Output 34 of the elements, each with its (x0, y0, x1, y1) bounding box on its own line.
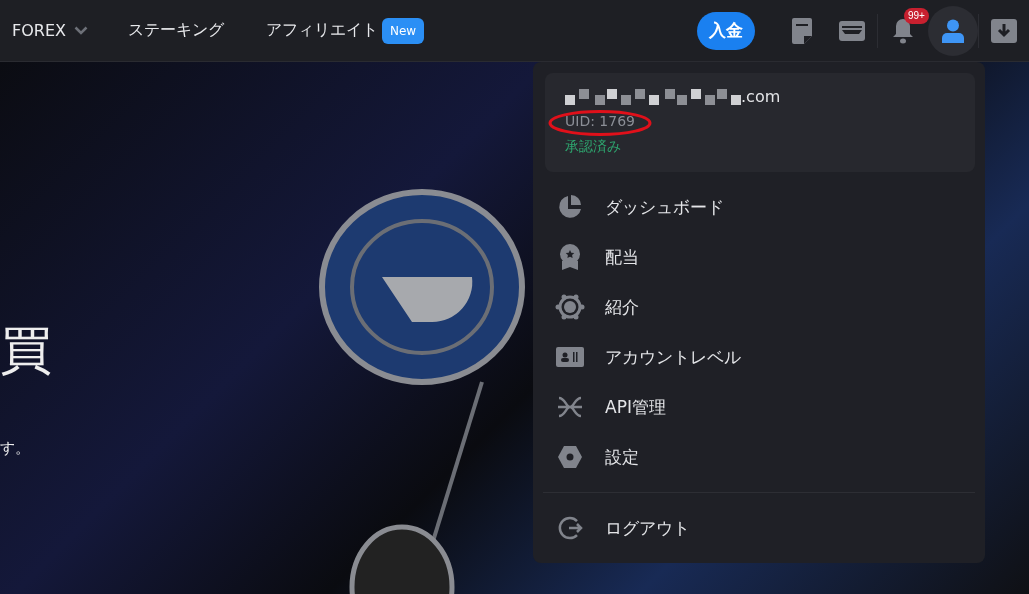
hero-subtitle: す。 (0, 439, 30, 458)
network-icon (555, 293, 585, 321)
notifications-button[interactable]: 99+ (878, 5, 928, 56)
download-icon (991, 18, 1017, 43)
menu-item[interactable]: API管理 (545, 382, 975, 432)
nav-link[interactable]: FOREX (12, 21, 88, 40)
api-icon (556, 395, 584, 419)
nav-link[interactable]: ステーキング (128, 20, 224, 41)
hero-title: 買 (0, 324, 52, 376)
account-button[interactable] (928, 5, 978, 56)
logout-icon (557, 515, 583, 541)
menu-item[interactable]: 配当 (545, 232, 975, 282)
menu-item[interactable]: 設定 (545, 432, 975, 482)
document-icon (792, 17, 812, 44)
award-icon (558, 243, 582, 271)
pie-chart-icon (557, 194, 583, 220)
notification-count: 99+ (904, 7, 929, 24)
nav-link[interactable]: アフィリエイト New (266, 17, 425, 44)
user-icon (942, 18, 964, 43)
menu-item[interactable]: アカウントレベル (545, 332, 975, 382)
bell-icon (893, 17, 913, 44)
chevron-down-icon (74, 26, 88, 35)
verification-status: 承認済み (565, 138, 622, 156)
account-email: .com (741, 87, 781, 107)
settings-icon (557, 445, 583, 469)
menu-item[interactable]: ダッシュボード (545, 182, 975, 232)
deposit-button[interactable]: 入金 (697, 11, 755, 50)
menu-item[interactable]: 紹介 (545, 282, 975, 332)
id-card-icon (556, 347, 584, 367)
user-id: UID: 1769 (565, 113, 636, 129)
logout-menu-item[interactable]: ログアウト (545, 503, 975, 553)
wallet-icon (839, 20, 865, 41)
new-badge: New (382, 17, 425, 44)
nav-link-label: アフィリエイト (266, 20, 378, 41)
